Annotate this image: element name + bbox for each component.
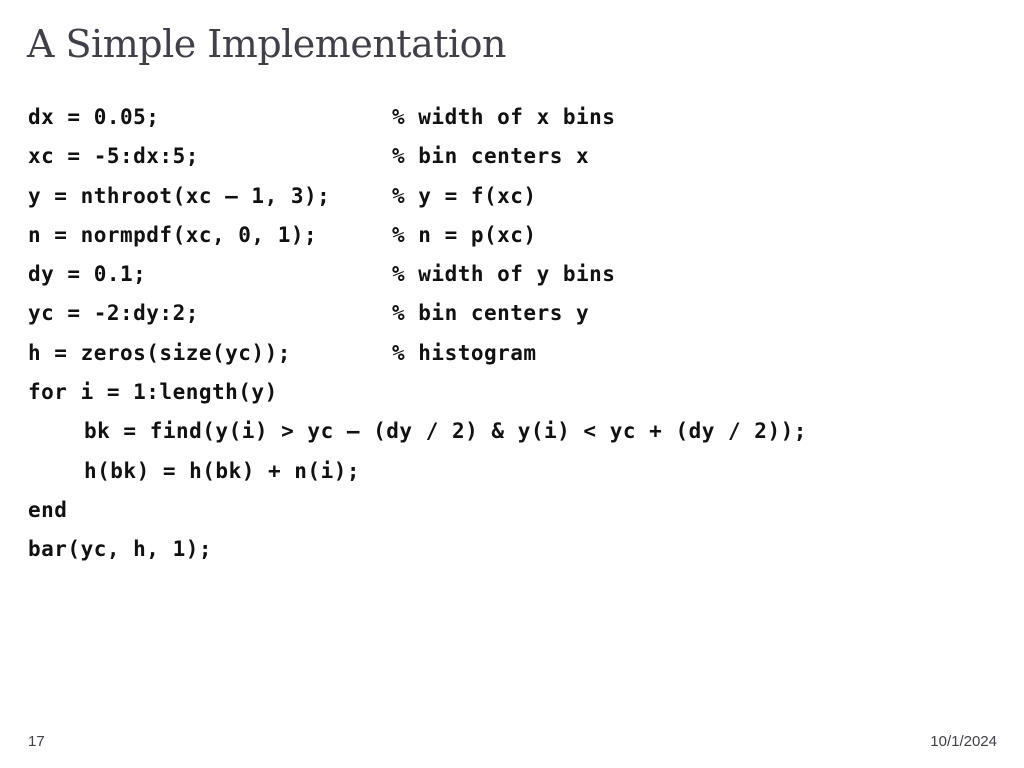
code-line: dy = 0.1; % width of y bins xyxy=(28,255,615,294)
code-statement: dx = 0.05; xyxy=(28,105,160,129)
code-statement: xc = -5:dx:5; xyxy=(28,144,199,169)
code-statement: bk = find(y(i) > yc – (dy / 2) & y(i) < … xyxy=(84,419,807,444)
code-statement: bar(yc, h, 1); xyxy=(28,537,213,562)
code-line: for i = 1:length(y) xyxy=(28,373,277,412)
code-comment: % y = f(xc) xyxy=(392,183,537,208)
slide: A Simple Implementation dx = 0.05; % wid… xyxy=(0,0,1024,768)
code-line: y = nthroot(xc – 1, 3); % y = f(xc) xyxy=(28,177,536,216)
code-comment: % width of x bins xyxy=(392,105,616,129)
code-line: h = zeros(size(yc)); % histogram xyxy=(28,334,536,373)
code-comment: % bin centers x xyxy=(392,144,590,169)
code-statement: for i = 1:length(y) xyxy=(28,380,278,405)
code-statement: dy = 0.1; xyxy=(28,262,147,287)
code-comment: % width of y bins xyxy=(392,262,616,287)
code-line: end xyxy=(28,491,104,530)
code-statement: h = zeros(size(yc)); xyxy=(28,340,291,365)
code-comment: % histogram xyxy=(392,340,537,365)
code-line: dx = 0.05; % width of x bins xyxy=(28,98,615,137)
code-line: h(bk) = h(bk) + n(i); xyxy=(28,452,360,491)
code-line: n = normpdf(xc, 0, 1); % n = p(xc) xyxy=(28,216,536,255)
slide-number: 17 xyxy=(28,733,45,750)
code-line: xc = -5:dx:5; % bin centers x xyxy=(28,137,589,176)
code-line: bar(yc, h, 1); xyxy=(28,530,212,569)
slide-date: 10/1/2024 xyxy=(930,733,997,750)
code-statement: h(bk) = h(bk) + n(i); xyxy=(84,458,361,483)
code-statement: yc = -2:dy:2; xyxy=(28,301,199,326)
code-line: yc = -2:dy:2; % bin centers y xyxy=(28,294,589,333)
code-comment: % n = p(xc) xyxy=(392,222,537,247)
code-comment: % bin centers y xyxy=(392,301,590,326)
code-block: dx = 0.05; % width of x bins xc = -5:dx:… xyxy=(28,98,806,570)
code-statement: n = normpdf(xc, 0, 1); xyxy=(28,222,318,247)
slide-title: A Simple Implementation xyxy=(27,22,507,66)
code-statement: end xyxy=(28,497,68,522)
code-line: bk = find(y(i) > yc – (dy / 2) & y(i) < … xyxy=(28,412,806,451)
code-statement: y = nthroot(xc – 1, 3); xyxy=(28,183,331,208)
